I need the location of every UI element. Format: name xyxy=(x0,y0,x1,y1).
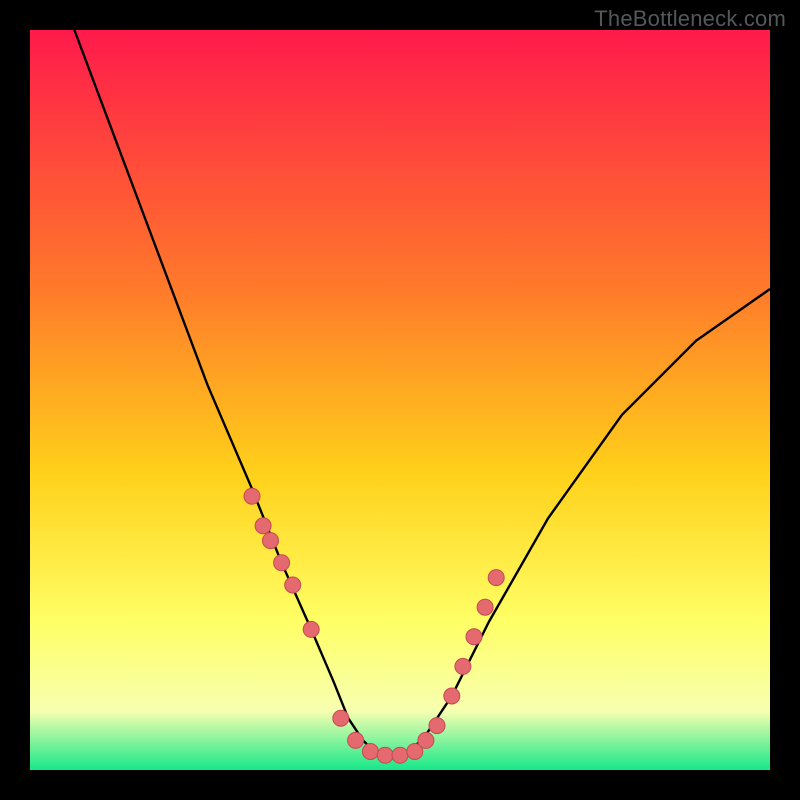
watermark-text: TheBottleneck.com xyxy=(594,6,786,32)
highlight-dot xyxy=(274,555,290,571)
highlight-dot xyxy=(362,744,378,760)
highlight-dot xyxy=(333,710,349,726)
chart-frame: TheBottleneck.com xyxy=(0,0,800,800)
highlight-dot xyxy=(455,658,471,674)
highlight-dot xyxy=(285,577,301,593)
highlight-dot xyxy=(263,533,279,549)
highlight-dot xyxy=(418,732,434,748)
gradient-background xyxy=(30,30,770,770)
highlight-dot xyxy=(429,718,445,734)
highlight-dot xyxy=(377,747,393,763)
highlight-dot xyxy=(488,570,504,586)
highlight-dot xyxy=(466,629,482,645)
highlight-dot xyxy=(444,688,460,704)
highlight-dot xyxy=(348,732,364,748)
highlight-dot xyxy=(255,518,271,534)
plot-area xyxy=(30,30,770,770)
chart-svg xyxy=(30,30,770,770)
highlight-dot xyxy=(477,599,493,615)
highlight-dot xyxy=(392,747,408,763)
highlight-dot xyxy=(303,621,319,637)
highlight-dot xyxy=(244,488,260,504)
